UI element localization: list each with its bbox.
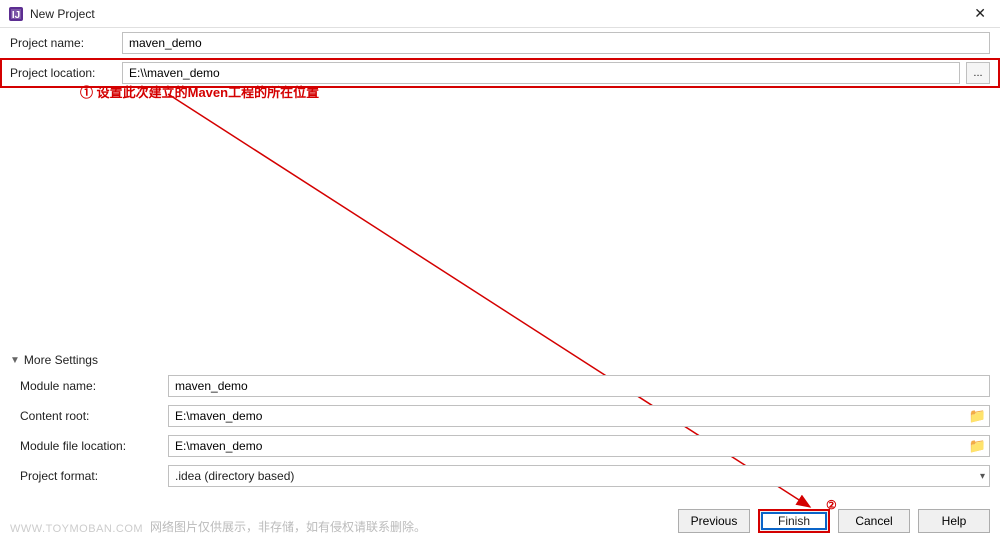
finish-button-inner: Finish xyxy=(761,512,827,530)
project-format-label: Project format: xyxy=(20,469,162,483)
window-title: New Project xyxy=(30,7,95,21)
finish-button[interactable]: Finish xyxy=(758,509,830,533)
annotation-1: ① 设置此次建立的Maven工程的所在位置 xyxy=(80,82,319,101)
content-root-input[interactable] xyxy=(168,405,990,427)
more-settings-panel: Module name: Content root: 📁 Module file… xyxy=(20,371,990,491)
help-button[interactable]: Help xyxy=(918,509,990,533)
project-name-input[interactable] xyxy=(122,32,990,54)
content-root-label: Content root: xyxy=(20,409,162,423)
chevron-down-icon: ▾ xyxy=(980,471,985,482)
title-bar: IJ New Project ✕ xyxy=(0,0,1000,28)
previous-button[interactable]: Previous xyxy=(678,509,750,533)
project-location-label: Project location: xyxy=(10,66,116,80)
project-location-input[interactable] xyxy=(122,62,960,84)
more-settings-label: More Settings xyxy=(24,353,98,367)
project-name-label: Project name: xyxy=(10,36,116,50)
svg-text:IJ: IJ xyxy=(12,10,20,21)
module-file-location-input[interactable] xyxy=(168,435,990,457)
button-bar: Previous Finish Cancel Help xyxy=(678,509,990,533)
folder-icon[interactable]: 📁 xyxy=(969,438,986,455)
app-icon: IJ xyxy=(8,6,24,22)
project-format-value: .idea (directory based) xyxy=(175,469,294,483)
module-file-location-label: Module file location: xyxy=(20,439,162,453)
close-button[interactable]: ✕ xyxy=(968,3,992,24)
project-format-select[interactable]: .idea (directory based) ▾ xyxy=(168,465,990,487)
folder-icon[interactable]: 📁 xyxy=(969,408,986,425)
browse-location-button[interactable]: ... xyxy=(966,62,990,84)
cancel-button[interactable]: Cancel xyxy=(838,509,910,533)
module-name-label: Module name: xyxy=(20,379,162,393)
arrow-down-icon: ▼ xyxy=(10,355,20,366)
footer-note: 网络图片仅供展示，非存储，如有侵权请联系删除。 xyxy=(150,518,426,535)
project-name-row: Project name: xyxy=(0,28,1000,58)
watermark: WWW.TOYMOBAN.COM xyxy=(10,523,143,535)
module-name-input[interactable] xyxy=(168,375,990,397)
more-settings-toggle[interactable]: ▼ More Settings xyxy=(10,353,98,367)
